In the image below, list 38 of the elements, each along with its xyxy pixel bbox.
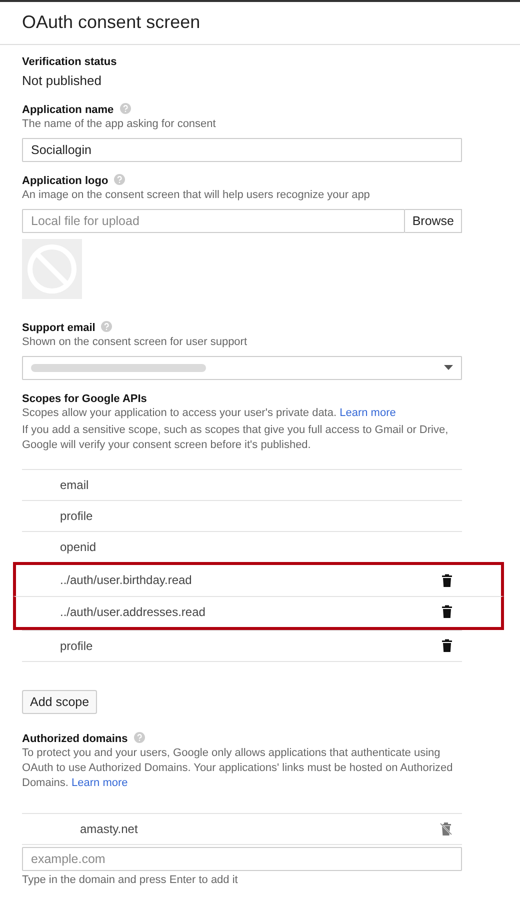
help-icon[interactable] — [134, 732, 145, 744]
field-hint: The name of the app asking for consent — [22, 116, 217, 132]
domain-field[interactable]: example.com — [22, 847, 462, 872]
field-hint: Shown on the consent screen for user support — [22, 334, 248, 350]
scope-name: openid — [60, 538, 96, 556]
help-icon[interactable] — [101, 320, 112, 332]
field-label: Authorized domains — [22, 733, 128, 746]
delete-icon[interactable] — [442, 605, 452, 618]
delete-icon[interactable] — [442, 574, 452, 586]
scope-name: profile — [60, 508, 93, 524]
add-scope-button[interactable]: Add scope — [22, 690, 98, 714]
scope-name: ../auth/user.addresses.read — [60, 604, 206, 620]
domain-name: amasty.net — [80, 821, 138, 838]
scope-note: If you add a sensitive scope, such as scopes that give you full access to Gmail or Drive, Google will verify your consent screen before it's published. — [22, 422, 450, 452]
scope-name: email — [60, 476, 89, 494]
field-label: Verification status — [22, 56, 117, 68]
field-label: Scopes for Google APIs — [22, 392, 147, 404]
page-title: OAuth consent screen — [22, 12, 200, 34]
help-icon[interactable] — [114, 174, 126, 184]
field-hint: An image on the consent screen that will help users recognize your app — [22, 188, 371, 202]
field-hint: Scopes allow your application to access your user's private data. Learn more — [22, 406, 397, 420]
field-hint: To protect you and your users, Google only allows applications that authenticate using OAuth to use Authorized Domains. Your applications' links must be hosted on Authorized Domains. Learn more — [22, 746, 454, 792]
file-field[interactable]: Local file for upload — [22, 208, 406, 232]
scope-name: profile — [60, 638, 93, 654]
help-icon[interactable] — [120, 102, 131, 114]
field-label: Support email — [22, 322, 96, 334]
learn-more-link[interactable]: Learn more — [72, 777, 128, 790]
email-select[interactable] — [22, 356, 462, 380]
learn-more-link[interactable]: Learn more — [340, 406, 396, 418]
delete-icon[interactable] — [442, 639, 452, 652]
field-label: Application logo — [22, 174, 108, 186]
field-label: Application name — [22, 104, 114, 116]
field-hint: Type in the domain and press Enter to add it — [22, 873, 239, 888]
caret-icon — [444, 365, 453, 370]
status-value: Not published — [22, 72, 102, 90]
scope-name: ../auth/user.birthday.read — [60, 572, 192, 589]
browse-button[interactable]: Browse — [405, 208, 462, 232]
app-name-field[interactable]: Sociallogin — [22, 138, 462, 162]
